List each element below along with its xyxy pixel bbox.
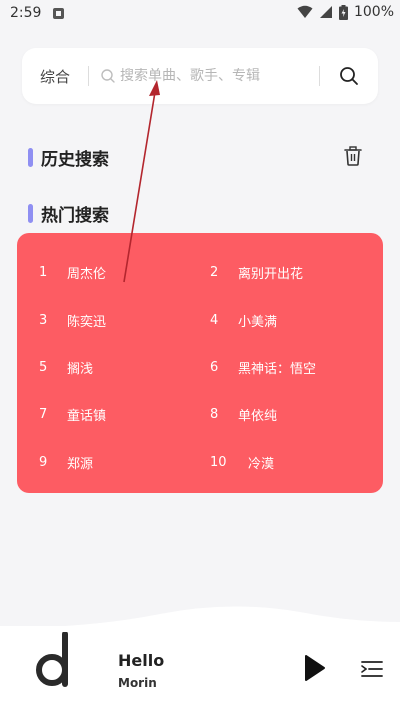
now-playing-artist: Morin [118,676,157,690]
battery-icon [338,4,348,20]
hot-item-rank: 8 [210,407,219,422]
now-playing-title: Hello [118,651,165,670]
hot-item-rank: 10 [210,455,227,470]
hot-item[interactable]: 10 冷漠 [210,453,274,472]
hot-item-rank: 1 [39,265,48,280]
hot-item-name: 黑神话：悟空 [238,362,317,377]
hot-item[interactable]: 9 郑源 [39,453,93,472]
hot-item-rank: 5 [39,360,48,375]
hot-item-rank: 7 [39,407,48,422]
hot-item-rank: 9 [39,455,48,470]
hot-item-rank: 2 [210,265,219,280]
trash-icon[interactable] [343,145,363,167]
search-icon [101,69,115,83]
status-bar: 2:59 100% [0,0,400,28]
play-icon[interactable] [302,654,326,682]
history-section-header: 历史搜索 [28,145,109,170]
hot-section-header: 热门搜索 [28,201,109,226]
playlist-icon[interactable] [360,657,384,681]
hot-item-name: 搁浅 [67,362,94,377]
hot-item[interactable]: 3 陈奕迅 [39,311,106,330]
app-logo-icon [36,632,68,687]
hot-item-name: 童话镇 [67,409,107,424]
hot-item-name: 单依纯 [238,409,278,424]
section-accent-bar [28,204,33,223]
cell-signal-icon [319,6,332,18]
hot-item[interactable]: 5 搁浅 [39,358,93,377]
search-bar: 综合 [22,48,378,104]
section-accent-bar [28,148,33,167]
hot-search-list: 1 周杰伦 2 离别开出花 3 陈奕迅 4 小美满 5 搁浅 6 黑神话：悟空 … [17,233,383,493]
search-input[interactable] [120,68,310,84]
hot-item-rank: 3 [39,313,48,328]
hot-item[interactable]: 8 单依纯 [210,405,277,424]
battery-percent: 100% [353,4,394,20]
hot-item[interactable]: 1 周杰伦 [39,263,106,282]
hot-item-rank: 6 [210,360,219,375]
divider [319,66,320,86]
hot-item[interactable]: 7 童话镇 [39,405,106,424]
search-scope-selector[interactable]: 综合 [40,66,70,87]
search-button[interactable] [335,62,363,90]
hot-title: 热门搜索 [41,206,109,226]
hot-item[interactable]: 2 离别开出花 [210,263,303,282]
divider [88,66,89,86]
hot-item-name: 郑源 [67,457,94,472]
hot-item-name: 离别开出花 [238,267,304,282]
status-icons: 100% [297,4,394,20]
status-time: 2:59 [10,5,42,21]
hot-item[interactable]: 4 小美满 [210,311,277,330]
search-field[interactable] [100,62,310,90]
hot-item-name: 小美满 [238,315,278,330]
history-title: 历史搜索 [41,150,109,170]
hot-item-name: 陈奕迅 [67,315,107,330]
wifi-icon [297,5,313,18]
hot-item-name: 冷漠 [248,457,275,472]
hot-item-name: 周杰伦 [67,267,107,282]
hot-item-rank: 4 [210,313,219,328]
search-icon [340,67,358,85]
notification-icon [53,8,64,19]
hot-item[interactable]: 6 黑神话：悟空 [210,358,316,377]
